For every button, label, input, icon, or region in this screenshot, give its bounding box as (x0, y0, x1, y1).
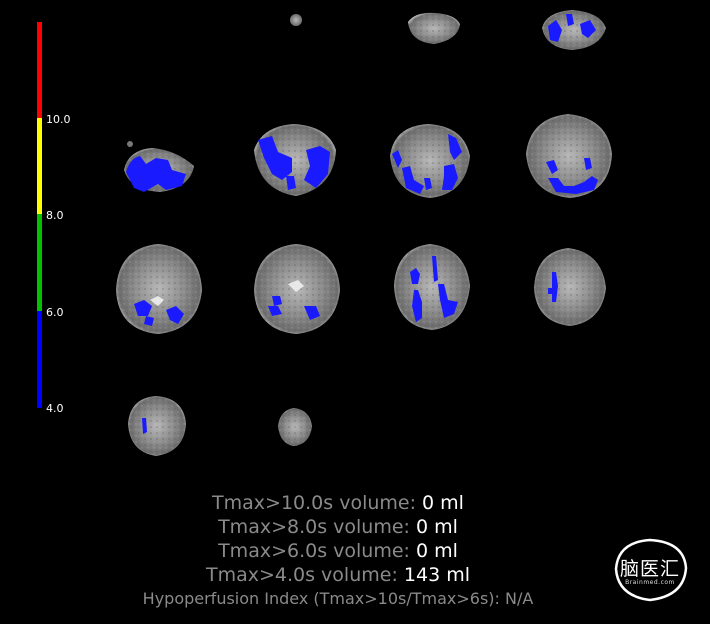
stat-tmax10-label: Tmax>10.0s volume: (212, 492, 416, 514)
stat-tmax6-label: Tmax>6.0s volume: (218, 540, 410, 562)
brain-slice-4 (124, 141, 194, 192)
stat-tmax10: Tmax>10.0s volume: 0 ml (0, 494, 676, 513)
brain-slice-13 (278, 408, 312, 446)
brain-slice-12 (128, 396, 186, 456)
stat-tmax8-label: Tmax>8.0s volume: (218, 516, 410, 538)
brain-slice-3 (542, 10, 606, 50)
brain-slice-1 (290, 14, 302, 26)
brain-slice-2 (408, 12, 460, 44)
stat-tmax4: Tmax>4.0s volume: 143 ml (0, 566, 676, 585)
brain-slice-7 (526, 114, 612, 198)
stat-tmax8-value: 0 ml (416, 516, 458, 538)
brainmed-logo: 脑医汇 Brainmed.com (606, 534, 694, 604)
brain-slice-5 (254, 124, 336, 196)
logo-text: 脑医汇 (619, 558, 680, 580)
stat-hypoperfusion-label: Hypoperfusion Index (Tmax>10s/Tmax>6s): (142, 589, 500, 608)
brain-slice-mosaic (116, 10, 612, 456)
logo-subtext: Brainmed.com (625, 579, 675, 586)
stat-tmax4-value: 143 ml (403, 564, 470, 586)
stat-tmax4-label: Tmax>4.0s volume: (205, 564, 398, 586)
stat-tmax8: Tmax>8.0s volume: 0 ml (0, 518, 676, 537)
stat-hypoperfusion: Hypoperfusion Index (Tmax>10s/Tmax>6s): … (0, 591, 676, 607)
stat-hypoperfusion-value: N/A (505, 589, 534, 608)
brain-slice-10 (394, 244, 470, 330)
brain-slice-9 (254, 244, 340, 334)
stat-tmax6: Tmax>6.0s volume: 0 ml (0, 542, 676, 561)
brain-slice-8 (116, 244, 202, 334)
brain-slice-11 (534, 248, 606, 326)
stat-tmax6-value: 0 ml (416, 540, 458, 562)
brain-slice-6 (390, 124, 470, 198)
stat-tmax10-value: 0 ml (422, 492, 464, 514)
